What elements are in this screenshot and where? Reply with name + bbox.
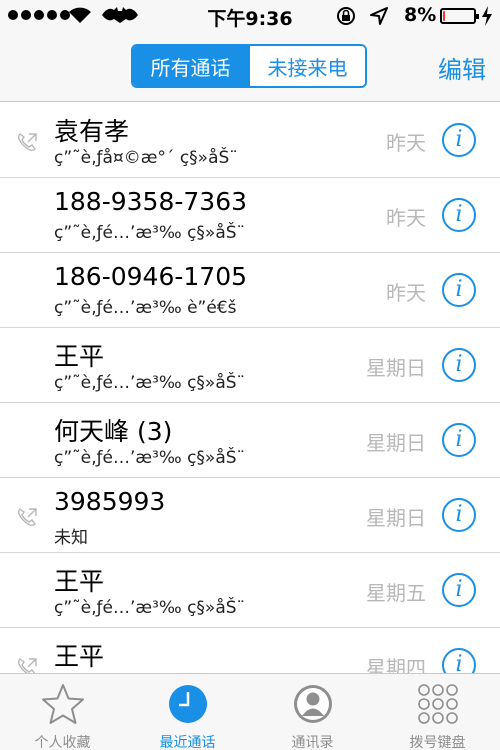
caller-name: 袁有孝 <box>54 117 130 146</box>
caller-name: 王平 <box>54 342 105 371</box>
call-location-label: ç”˜è‚ƒå¤©æ°´ ç§»åŠ¨ <box>54 148 238 168</box>
call-date: 昨天 <box>386 281 426 305</box>
tab-favorites[interactable]: 个人收藏 <box>0 674 125 750</box>
keypad-icon <box>417 684 458 724</box>
battery-icon <box>440 8 479 24</box>
call-date: 星期日 <box>366 356 426 380</box>
info-button[interactable]: i <box>442 648 476 673</box>
tab-bar: 个人收藏 最近通话 通讯录 拨号键盘 <box>0 673 500 750</box>
clock-icon <box>168 685 207 723</box>
call-row[interactable]: 袁有孝 ç”˜è‚ƒå¤©æ°´ ç§»åŠ¨ 昨天 i <box>0 103 500 178</box>
tab-contacts-label: 通讯录 <box>291 735 334 750</box>
tab-recents[interactable]: 最近通话 <box>125 674 250 750</box>
call-row[interactable]: 何天峰 (3) ç”˜è‚ƒé…’æ³‰ ç§»åŠ¨ 星期日 i <box>0 403 500 478</box>
call-row[interactable]: 186-0946-1705 ç”˜è‚ƒé…’æ³‰ è”é€š 昨天 i <box>0 253 500 328</box>
navigation-bar: 所有通话 未接来电 编辑 <box>0 30 500 102</box>
outgoing-call-icon <box>17 508 37 527</box>
call-row[interactable]: 3985993 未知 星期日 i <box>0 478 500 553</box>
call-location-label: ç”˜è‚ƒé…’æ³‰ ç§»åŠ¨ <box>54 598 246 618</box>
info-button[interactable]: i <box>442 348 476 382</box>
call-location-label: ç”˜è‚ƒé…’æ³‰ ç§»åŠ¨ <box>54 223 246 243</box>
segment-missed-calls[interactable]: 未接来电 <box>248 46 365 86</box>
call-row[interactable]: 188-9358-7363 ç”˜è‚ƒé…’æ³‰ ç§»åŠ¨ 昨天 i <box>0 178 500 253</box>
charging-icon <box>482 6 492 26</box>
call-date: 昨天 <box>386 131 426 155</box>
call-row[interactable]: 王平 ç”˜è‚ƒé…’æ³‰ ç§»åŠ¨ 星期日 i <box>0 328 500 403</box>
location-icon <box>370 7 388 25</box>
rotation-lock-icon <box>337 7 355 25</box>
tab-keypad[interactable]: 拨号键盘 <box>375 674 500 750</box>
call-date: 星期日 <box>366 506 426 530</box>
caller-name: 王平 <box>54 642 105 671</box>
call-row[interactable]: 王平 星期四 i <box>0 628 500 673</box>
info-button[interactable]: i <box>442 498 476 532</box>
contacts-icon <box>293 685 332 723</box>
battery-percent: 8% <box>404 4 437 26</box>
info-button[interactable]: i <box>442 198 476 232</box>
call-date: 星期五 <box>366 581 426 605</box>
call-date: 昨天 <box>386 206 426 230</box>
tab-favorites-label: 个人收藏 <box>34 735 91 750</box>
info-button[interactable]: i <box>442 273 476 307</box>
caller-name: 3985993 <box>54 487 166 516</box>
outgoing-call-icon <box>17 658 37 673</box>
caller-name: 王平 <box>54 567 105 596</box>
call-row[interactable]: 王平 ç”˜è‚ƒé…’æ³‰ ç§»åŠ¨ 星期五 i <box>0 553 500 628</box>
status-bar: 下午9:36 8% <box>0 0 500 30</box>
segment-all-calls[interactable]: 所有通话 <box>133 46 248 86</box>
caller-name: 何天峰 (3) <box>54 417 173 446</box>
call-location-label: ç”˜è‚ƒé…’æ³‰ è”é€š <box>54 298 237 318</box>
call-date: 星期日 <box>366 431 426 455</box>
call-location-label: ç”˜è‚ƒé…’æ³‰ ç§»åŠ¨ <box>54 448 246 468</box>
tab-keypad-label: 拨号键盘 <box>409 735 466 750</box>
info-button[interactable]: i <box>442 423 476 457</box>
caller-name: 188-9358-7363 <box>54 187 248 216</box>
call-location-label: ç”˜è‚ƒé…’æ³‰ ç§»åŠ¨ <box>54 373 246 393</box>
info-button[interactable]: i <box>442 123 476 157</box>
call-location-label: 未知 <box>54 528 88 548</box>
outgoing-call-icon <box>17 133 37 152</box>
star-icon <box>41 684 84 724</box>
edit-button[interactable]: 编辑 <box>438 50 486 85</box>
call-filter-segmented-control: 所有通话 未接来电 <box>131 44 367 88</box>
recent-calls-list: 袁有孝 ç”˜è‚ƒå¤©æ°´ ç§»åŠ¨ 昨天 i 188-9358-7363 ç”… <box>0 102 500 673</box>
info-button[interactable]: i <box>442 573 476 607</box>
tab-contacts[interactable]: 通讯录 <box>250 674 375 750</box>
tab-recents-label: 最近通话 <box>159 735 216 750</box>
caller-name: 186-0946-1705 <box>54 262 248 291</box>
call-date: 星期四 <box>366 656 426 673</box>
